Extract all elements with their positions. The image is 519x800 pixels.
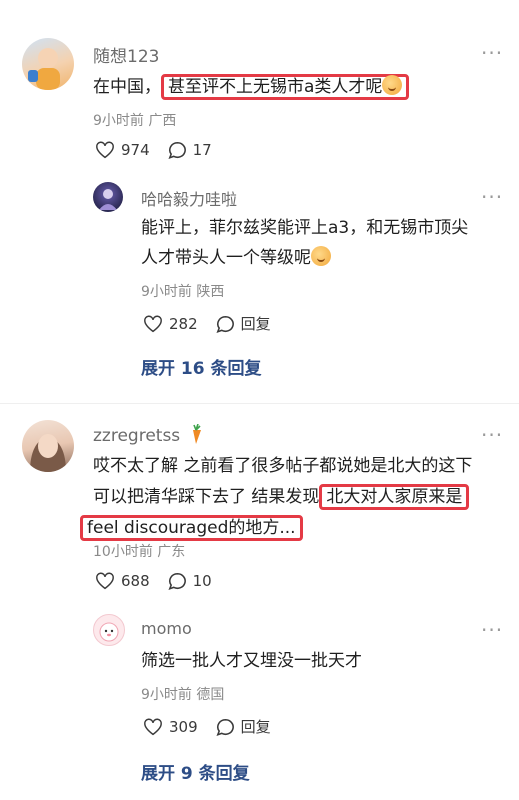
reply-username[interactable]: 哈哈毅力哇啦 [141, 186, 237, 210]
reply-text: 能评上，菲尔兹奖能评上a3，和无锡市顶尖 人才带头人一个等级呢 [141, 213, 468, 273]
reply-meta: 9小时前 陕西 [141, 284, 225, 300]
avatar-child-icon [28, 48, 60, 90]
carrot-icon [192, 424, 201, 444]
expand-replies-link[interactable]: 展开 16 条回复 [141, 354, 262, 379]
reply-label: 回复 [240, 315, 271, 333]
highlighted-text: 北大对人家原来是 [319, 484, 470, 510]
more-options-icon[interactable]: ··· [481, 620, 503, 640]
reply-button[interactable]: 回复 [216, 716, 271, 737]
comment-meta: 10小时前 广东 [93, 544, 186, 560]
comment-username-text: zzregretss [93, 426, 181, 446]
like-button[interactable]: 974 [95, 141, 150, 159]
expand-replies-link[interactable]: 展开 9 条回复 [141, 759, 250, 784]
emoji-icon [311, 246, 331, 266]
avatar[interactable] [22, 420, 74, 472]
reply-count-button[interactable]: 17 [168, 141, 212, 159]
heart-icon [96, 572, 114, 590]
more-options-icon[interactable]: ··· [481, 425, 503, 445]
heart-icon [144, 717, 162, 735]
highlighted-text: feel discouraged的地方... [80, 515, 303, 541]
comment-text: 哎不太了解 之前看了很多帖子都说她是北大的这下 可以把清华踩下去了 结果发现 北大… [80, 451, 473, 544]
avatar-portrait-icon [30, 434, 66, 472]
like-count: 282 [169, 314, 198, 333]
avatar[interactable] [22, 38, 74, 90]
comment-actions: 688 10 [95, 572, 230, 590]
comment-actions: 974 17 [95, 141, 230, 159]
reply-label: 回复 [240, 718, 271, 736]
like-button[interactable]: 688 [95, 572, 150, 590]
comment-text-plain: 可以把清华踩下去了 结果发现 [93, 487, 320, 507]
heart-icon [96, 141, 114, 159]
reply-count: 17 [192, 141, 212, 159]
comment-text-line: 哎不太了解 之前看了很多帖子都说她是北大的这下 [93, 456, 473, 476]
like-button[interactable]: 282 [143, 315, 198, 333]
divider [0, 403, 519, 404]
emoji-icon [382, 75, 403, 95]
reply-button[interactable]: 回复 [216, 313, 271, 334]
comment-bubble-icon [168, 572, 186, 590]
comment-meta: 9小时前 广西 [93, 113, 177, 129]
reply-username[interactable]: momo [141, 619, 192, 638]
comment-bubble-icon [216, 315, 234, 333]
comment-text-line: feel discouraged的地方... [80, 513, 472, 544]
reply-text-line-content: 人才带头人一个等级呢 [141, 248, 311, 268]
comment-username[interactable]: 随想123 [93, 42, 159, 67]
like-count: 688 [121, 572, 150, 590]
reply-count-button[interactable]: 10 [168, 572, 212, 590]
comment-text: 在中国， 甚至评不上无锡市a类人才呢 [93, 72, 410, 102]
avatar-figure-icon [99, 189, 117, 210]
reply-count: 10 [192, 572, 212, 590]
like-count: 974 [121, 141, 150, 159]
highlighted-text: 甚至评不上无锡市a类人才呢 [161, 74, 410, 100]
like-button[interactable]: 309 [143, 718, 198, 736]
more-options-icon[interactable]: ··· [481, 187, 503, 207]
avatar[interactable] [93, 182, 123, 212]
reply-text: 筛选一批人才又埋没一批天才 [141, 651, 362, 671]
avatar-cartoon-icon [99, 622, 119, 642]
comment-bubble-icon [168, 141, 186, 159]
avatar[interactable] [93, 614, 125, 646]
reply-text-line: 能评上，菲尔兹奖能评上a3，和无锡市顶尖 [141, 218, 469, 238]
comment-text-line: 可以把清华踩下去了 结果发现 北大对人家原来是 [93, 482, 472, 513]
comment-text-plain: 在中国， [93, 77, 161, 97]
more-options-icon[interactable]: ··· [481, 43, 503, 63]
highlighted-text-content: 甚至评不上无锡市a类人才呢 [168, 77, 383, 97]
heart-icon [144, 314, 162, 332]
reply-meta: 9小时前 德国 [141, 687, 225, 703]
comment-username[interactable]: zzregretss [93, 424, 203, 446]
comment-bubble-icon [216, 718, 234, 736]
reply-actions: 309 回复 [143, 716, 289, 737]
reply-actions: 282 回复 [143, 313, 289, 334]
reply-text-line: 人才带头人一个等级呢 [141, 243, 468, 273]
like-count: 309 [169, 717, 198, 736]
